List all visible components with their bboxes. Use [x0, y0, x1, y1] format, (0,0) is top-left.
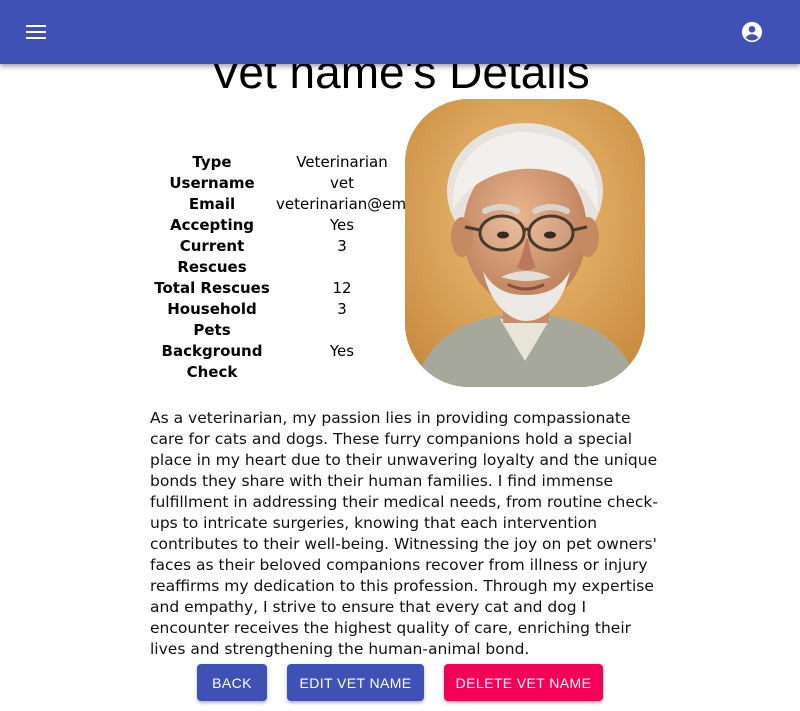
account-button[interactable] — [738, 18, 766, 46]
detail-label: Total Rescues — [154, 279, 270, 297]
detail-row-type: Type Veterinarian — [148, 152, 408, 173]
menu-icon — [26, 25, 46, 39]
edit-vet-button[interactable]: EDIT VET NAME — [287, 664, 424, 701]
detail-value: 3 — [337, 300, 347, 318]
detail-label: Background Check — [161, 342, 263, 381]
detail-value: Veterinarian — [296, 153, 388, 171]
detail-row-current-rescues: Current Rescues 3 — [148, 236, 408, 278]
detail-value: Yes — [329, 342, 355, 360]
detail-label: Type — [192, 153, 232, 171]
delete-vet-button[interactable]: DELETE VET NAME — [444, 664, 603, 701]
account-circle-icon — [741, 21, 763, 43]
detail-value: vet — [330, 174, 354, 192]
detail-row-total-rescues: Total Rescues 12 — [148, 278, 408, 299]
back-button[interactable]: BACK — [197, 664, 267, 701]
detail-row-email: Email veterinarian@ema — [148, 194, 408, 215]
detail-value: 12 — [332, 279, 352, 297]
vet-portrait-image — [405, 99, 645, 387]
detail-value: veterinarian@ema — [276, 195, 408, 213]
detail-label: Household Pets — [167, 300, 257, 339]
detail-value: Yes — [329, 216, 355, 234]
vet-avatar — [405, 99, 645, 387]
menu-button[interactable] — [20, 16, 52, 48]
detail-label: Username — [169, 174, 255, 192]
detail-row-accepting: Accepting Yes — [148, 215, 408, 236]
vet-bio: As a veterinarian, my passion lies in pr… — [150, 409, 658, 658]
detail-row-household-pets: Household Pets 3 — [148, 299, 408, 341]
app-bar — [0, 0, 800, 64]
detail-label: Email — [188, 195, 236, 213]
detail-label: Accepting — [169, 216, 255, 234]
details-table: Type Veterinarian Username vet Email vet… — [148, 152, 408, 383]
detail-row-username: Username vet — [148, 173, 408, 194]
detail-value: 3 — [337, 237, 347, 255]
detail-row-background-check: Background Check Yes — [148, 341, 408, 383]
detail-label: Current Rescues — [177, 237, 247, 276]
